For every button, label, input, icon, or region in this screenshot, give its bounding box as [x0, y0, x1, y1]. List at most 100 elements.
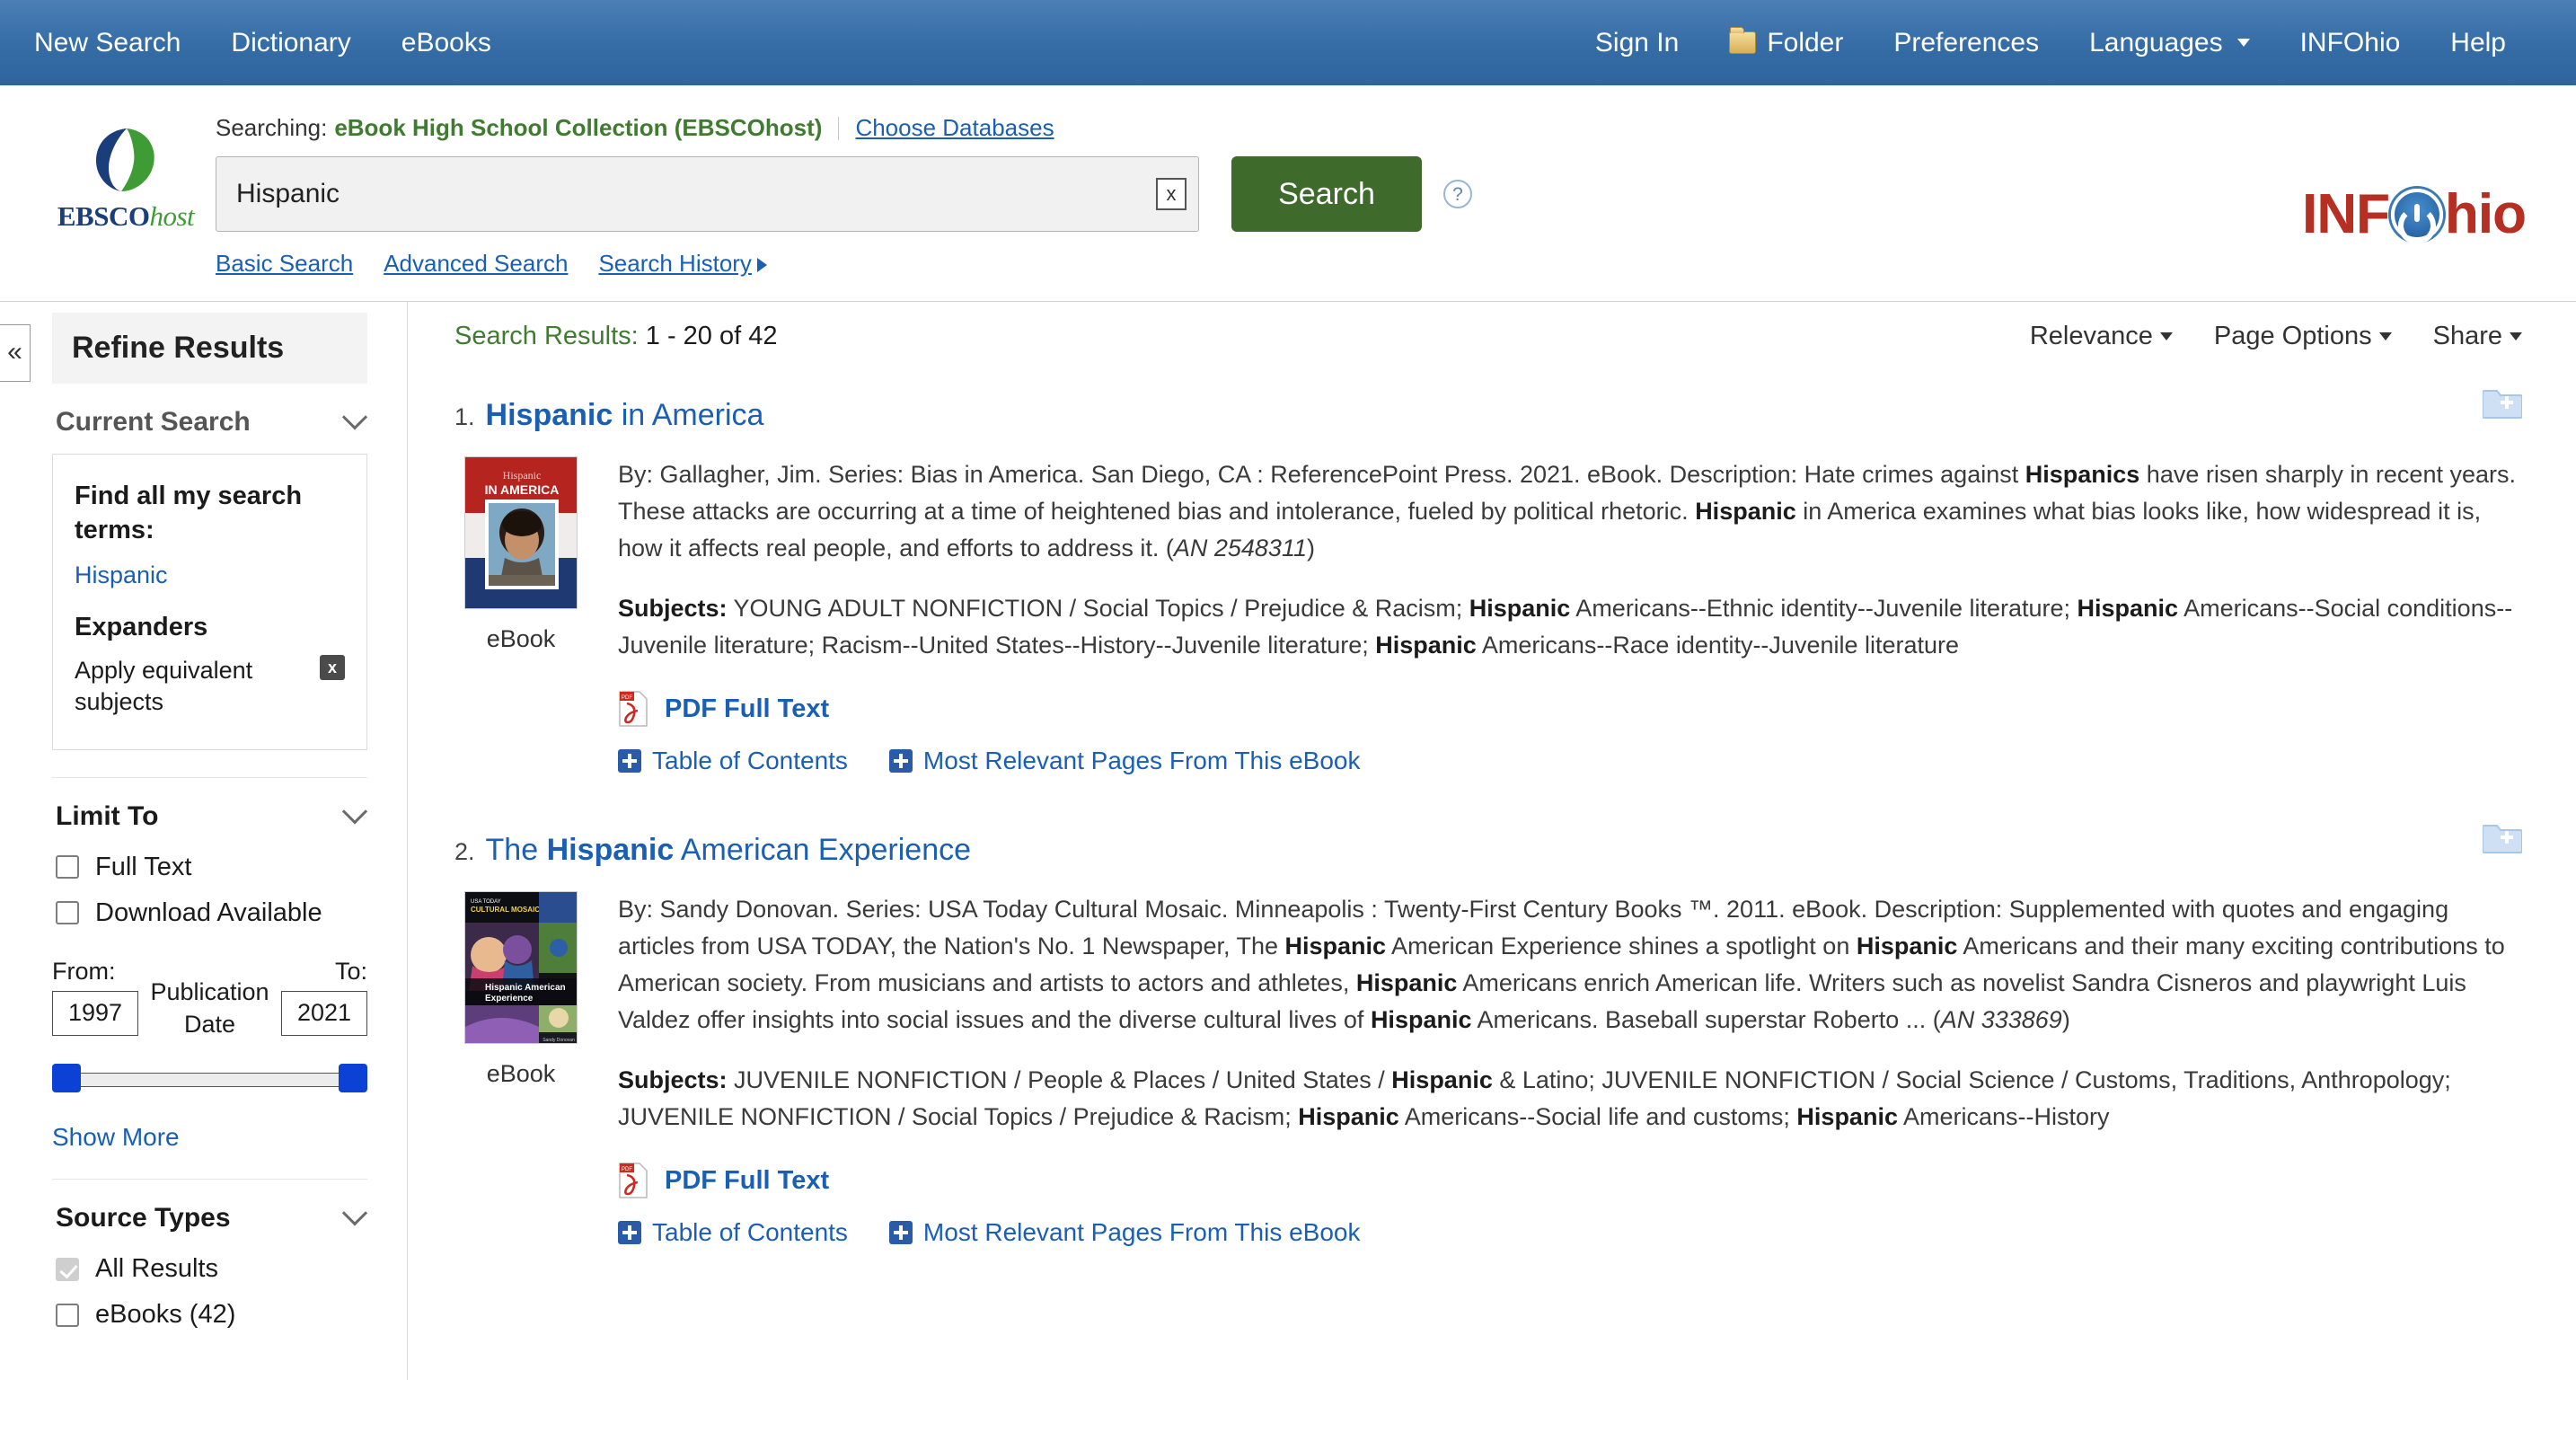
result-item: 2. The Hispanic American Experience USA …: [454, 806, 2523, 1278]
result-subjects: Subjects: YOUNG ADULT NONFICTION / Socia…: [618, 595, 2513, 659]
full-text-label: Full Text: [95, 852, 192, 881]
date-from-input[interactable]: [52, 990, 138, 1036]
chevron-down-icon[interactable]: [341, 798, 368, 825]
limit-to-facet-title[interactable]: Limit To: [52, 778, 368, 844]
source-types-facet-title[interactable]: Source Types: [52, 1180, 368, 1246]
pdf-full-text-link[interactable]: PDF Full Text: [665, 1166, 829, 1196]
most-relevant-pages-toggle[interactable]: Most Relevant Pages From This eBook: [888, 747, 1361, 775]
infohio-text-left: INF: [2302, 183, 2390, 245]
source-ebooks-row[interactable]: eBooks (42): [52, 1292, 367, 1338]
slider-handle-right[interactable]: [339, 1064, 367, 1093]
pdf-full-text-row[interactable]: PDF PDF Full Text: [618, 1163, 2522, 1199]
folder-icon: [1729, 27, 1757, 54]
limit-full-text-row[interactable]: Full Text: [52, 844, 367, 890]
plus-icon: [888, 749, 913, 774]
result-text-column: By: Sandy Donovan. Series: USA Today Cul…: [618, 891, 2522, 1247]
chevron-down-icon: [2378, 332, 2392, 340]
nav-help[interactable]: Help: [2425, 28, 2531, 58]
source-all-results-row[interactable]: All Results: [52, 1246, 367, 1292]
advanced-search-link[interactable]: Advanced Search: [384, 250, 568, 278]
top-navigation-bar: New Search Dictionary eBooks Sign In Fol…: [0, 0, 2576, 85]
relevance-dropdown[interactable]: Relevance: [2030, 322, 2173, 351]
result-thumbnail-column: Hispanic IN AMERICA eBook: [454, 456, 587, 653]
limit-download-available-row[interactable]: Download Available: [52, 890, 367, 936]
date-to-input[interactable]: [281, 990, 367, 1036]
thumbnail-label: eBook: [486, 625, 556, 652]
result-snippet: By: Sandy Donovan. Series: USA Today Cul…: [618, 896, 2505, 1034]
most-relevant-pages-label[interactable]: Most Relevant Pages From This eBook: [923, 747, 1361, 775]
result-number: 2.: [454, 838, 475, 866]
page-options-dropdown[interactable]: Page Options: [2214, 322, 2392, 351]
remove-expander-button[interactable]: x: [320, 655, 345, 681]
book-cover-thumbnail[interactable]: Hispanic IN AMERICA: [464, 456, 578, 609]
collapse-sidebar-button[interactable]: «: [0, 324, 31, 382]
result-subjects: Subjects: JUVENILE NONFICTION / People &…: [618, 1066, 2451, 1131]
slider-track: [65, 1073, 355, 1088]
date-from-column: From:: [52, 958, 138, 1036]
result-body: Hispanic IN AMERICA eBook By: Gallagher,…: [454, 456, 2522, 775]
download-available-checkbox[interactable]: [56, 901, 79, 925]
chevron-down-icon[interactable]: [341, 1200, 368, 1226]
svg-text:IN AMERICA: IN AMERICA: [485, 482, 560, 497]
nav-infohio[interactable]: INFOhio: [2275, 28, 2426, 58]
table-of-contents-toggle[interactable]: Table of Contents: [618, 1218, 848, 1247]
relevance-label: Relevance: [2029, 322, 2153, 350]
searching-line: Searching: eBook High School Collection …: [216, 114, 2576, 142]
refine-results-sidebar: Refine Results Current Search Find all m…: [31, 302, 408, 1380]
pdf-full-text-link[interactable]: PDF Full Text: [665, 694, 829, 724]
choose-databases-link[interactable]: Choose Databases: [855, 114, 1054, 142]
book-cover-thumbnail[interactable]: USA TODAY CULTURAL MOSAIC Hispanic Ameri…: [464, 891, 578, 1045]
current-search-term[interactable]: Hispanic: [75, 561, 345, 589]
expander-label: Apply equivalent subjects: [75, 657, 253, 716]
nav-sign-in[interactable]: Sign In: [1561, 28, 1704, 58]
most-relevant-pages-toggle[interactable]: Most Relevant Pages From This eBook: [888, 1218, 1361, 1247]
chevron-down-icon[interactable]: [341, 404, 368, 430]
add-to-folder-icon[interactable]: [2482, 820, 2523, 854]
search-input[interactable]: [216, 156, 1199, 232]
share-dropdown[interactable]: Share: [2433, 322, 2522, 351]
most-relevant-pages-label[interactable]: Most Relevant Pages From This eBook: [923, 1218, 1361, 1247]
result-number: 1.: [454, 403, 475, 430]
top-nav-right-group: Sign In Folder Preferences Languages INF…: [1561, 27, 2531, 58]
result-snippet: By: Gallagher, Jim. Series: Bias in Amer…: [618, 461, 2516, 562]
nav-new-search[interactable]: New Search: [0, 28, 206, 58]
full-text-checkbox[interactable]: [56, 855, 79, 880]
result-title-link[interactable]: Hispanic in America: [486, 398, 764, 433]
svg-text:PDF: PDF: [622, 695, 632, 701]
nav-preferences[interactable]: Preferences: [1868, 28, 2064, 58]
table-of-contents-label[interactable]: Table of Contents: [652, 1218, 848, 1247]
clear-search-button[interactable]: x: [1156, 178, 1187, 210]
nav-languages[interactable]: Languages: [2064, 28, 2274, 58]
result-expanders: Table of Contents Most Relevant Pages Fr…: [618, 1218, 2522, 1247]
current-database-name: eBook High School Collection (EBSCOhost): [334, 114, 823, 141]
title-prefix: The: [485, 833, 547, 868]
add-to-folder-icon[interactable]: [2482, 385, 2523, 420]
search-history-link[interactable]: Search History: [598, 250, 767, 278]
nav-dictionary[interactable]: Dictionary: [206, 28, 375, 58]
top-nav-left-group: New Search Dictionary eBooks: [0, 28, 516, 58]
nav-folder-label: Folder: [1767, 27, 1844, 57]
nav-ebooks[interactable]: eBooks: [376, 28, 516, 58]
publication-date-label: Publication Date: [150, 977, 269, 1038]
title-suffix: in America: [613, 398, 764, 432]
table-of-contents-label[interactable]: Table of Contents: [652, 747, 848, 775]
search-button[interactable]: Search: [1231, 156, 1422, 232]
table-of-contents-toggle[interactable]: Table of Contents: [618, 747, 848, 775]
all-results-checkbox[interactable]: [56, 1257, 79, 1281]
infohio-text-right: hio: [2445, 183, 2527, 245]
ebooks-label: eBooks (42): [95, 1300, 236, 1330]
svg-text:PDF: PDF: [622, 1167, 632, 1172]
current-search-facet-title[interactable]: Current Search: [52, 384, 368, 450]
ebooks-checkbox[interactable]: [56, 1303, 79, 1327]
search-results-panel: Search Results: 1 - 20 of 42 Relevance P…: [408, 302, 2576, 1331]
help-icon[interactable]: ?: [1443, 180, 1472, 208]
results-toolbar-options: Relevance Page Options Share: [2030, 322, 2522, 351]
basic-search-link[interactable]: Basic Search: [216, 250, 353, 278]
slider-handle-left[interactable]: [52, 1064, 81, 1093]
nav-folder[interactable]: Folder: [1704, 27, 1868, 58]
pdf-full-text-row[interactable]: PDF PDF Full Text: [618, 691, 2522, 727]
show-more-link[interactable]: Show More: [52, 1123, 180, 1152]
result-title-link[interactable]: The Hispanic American Experience: [486, 833, 972, 868]
nav-preferences-label: Preferences: [1893, 27, 2040, 57]
publication-date-slider[interactable]: [52, 1064, 367, 1094]
